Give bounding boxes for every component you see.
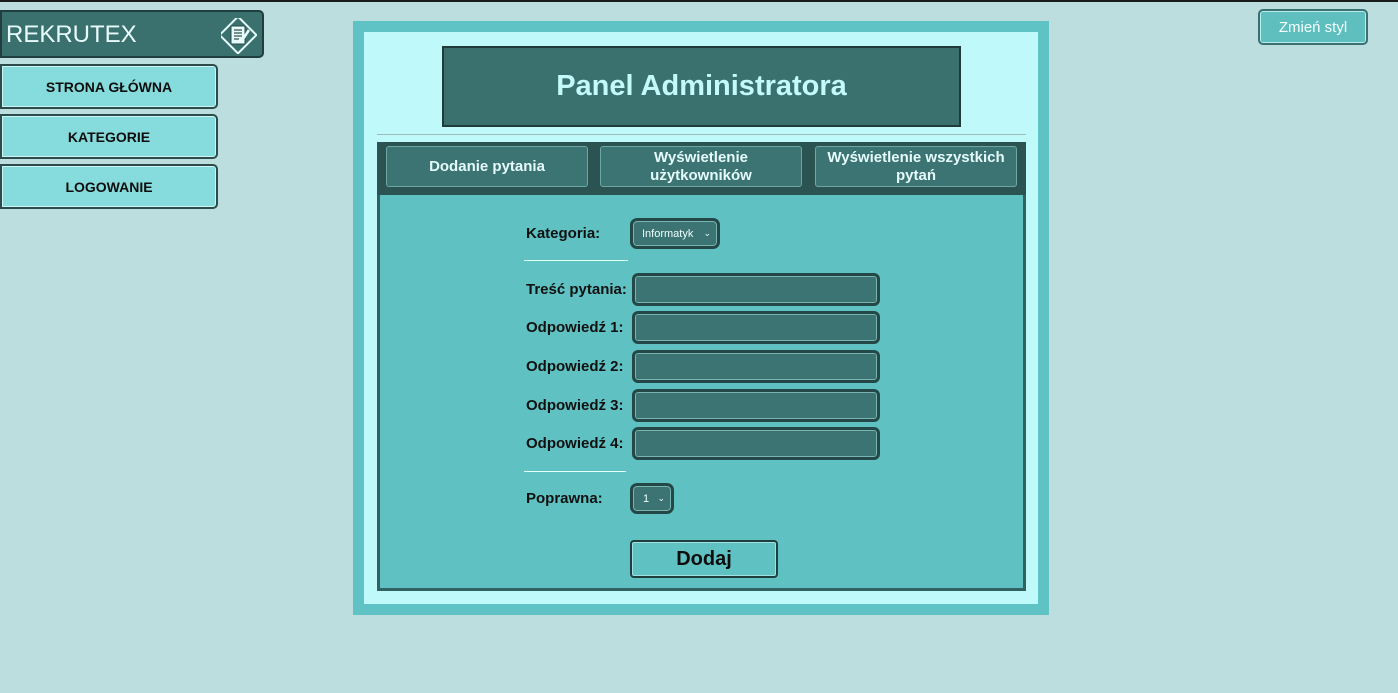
sidebar-item-kategorie[interactable]: KATEGORIE bbox=[0, 114, 218, 159]
category-divider bbox=[524, 260, 628, 261]
brand-name: REKRUTEX bbox=[6, 21, 137, 48]
category-label: Kategoria: bbox=[526, 225, 601, 242]
answer-4-label: Odpowiedź 4: bbox=[526, 435, 624, 452]
chevron-down-icon: ⌄ bbox=[703, 228, 711, 238]
sidebar-item-strona-glowna[interactable]: STRONA GŁÓWNA bbox=[0, 64, 218, 109]
tab-show-users[interactable]: Wyświetlenie użytkowników bbox=[600, 146, 802, 187]
correct-label: Poprawna: bbox=[526, 490, 603, 507]
admin-panel: Panel Administratora Dodanie pytania Wyś… bbox=[353, 21, 1049, 615]
answer-2-label: Odpowiedź 2: bbox=[526, 358, 624, 375]
add-button[interactable]: Dodaj bbox=[630, 540, 778, 578]
answer-1-input[interactable] bbox=[632, 311, 880, 344]
title-divider bbox=[377, 134, 1026, 135]
correct-answer-select[interactable]: 1 ⌄ bbox=[630, 483, 674, 514]
answers-divider bbox=[524, 471, 626, 472]
answer-3-label: Odpowiedź 3: bbox=[526, 397, 624, 414]
notepad-pen-icon bbox=[218, 15, 258, 55]
answer-2-input[interactable] bbox=[632, 350, 880, 383]
category-select-value: Informatyk bbox=[642, 227, 694, 240]
admin-panel-inner: Panel Administratora Dodanie pytania Wyś… bbox=[364, 32, 1038, 604]
sidebar-item-logowanie[interactable]: LOGOWANIE bbox=[0, 164, 218, 209]
page-title: Panel Administratora bbox=[442, 46, 961, 127]
tab-show-all-questions[interactable]: Wyświetlenie wszystkich pytań bbox=[815, 146, 1017, 187]
change-style-button[interactable]: Zmień styl bbox=[1258, 9, 1368, 45]
question-label: Treść pytania: bbox=[526, 281, 627, 298]
tab-add-question[interactable]: Dodanie pytania bbox=[386, 146, 588, 187]
category-select[interactable]: Informatyk ⌄ bbox=[630, 218, 720, 249]
brand-header: REKRUTEX bbox=[0, 10, 264, 58]
add-question-form: Kategoria: Informatyk ⌄ Treść pytania: O… bbox=[377, 195, 1026, 591]
correct-select-value: 1 bbox=[643, 492, 650, 505]
chevron-down-icon: ⌄ bbox=[657, 493, 665, 503]
answer-3-input[interactable] bbox=[632, 389, 880, 422]
answer-1-label: Odpowiedź 1: bbox=[526, 319, 624, 336]
tab-bar: Dodanie pytania Wyświetlenie użytkownikó… bbox=[377, 142, 1026, 195]
question-input[interactable] bbox=[632, 273, 880, 306]
answer-4-input[interactable] bbox=[632, 427, 880, 460]
